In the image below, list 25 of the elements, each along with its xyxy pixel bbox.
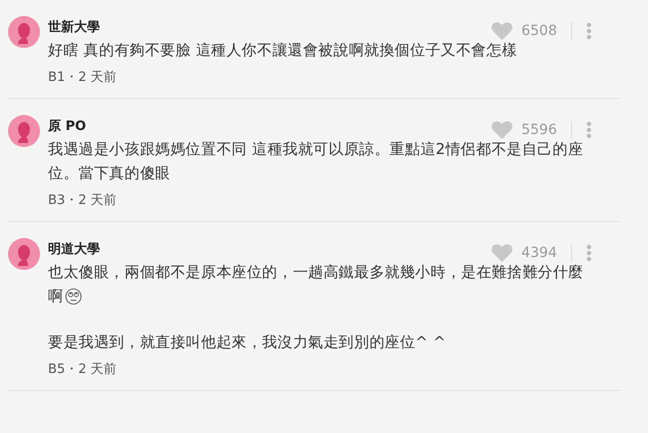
comment-text: 位。當下真的傻眼: [48, 164, 170, 182]
author-name[interactable]: 世新大學: [48, 18, 100, 36]
comment-text: 好瞎 真的有夠不要臉 這種人你不讓還會被說啊就換個位子又不會怎樣: [48, 40, 518, 60]
comment-text: 啊: [48, 286, 64, 306]
comment-text: 也太傻眼，兩個都不是原本座位的，一趟高鐵最多就幾小時，是在難捨難分什麼: [48, 262, 584, 282]
comment-text: 要是我遇到，就直接叫他起來，我沒力氣走到別的座位^ ^: [48, 332, 446, 352]
avatar[interactable]: [8, 16, 40, 48]
like-count: 4394: [521, 245, 557, 261]
heart-icon[interactable]: [491, 21, 514, 41]
more-icon[interactable]: [586, 22, 592, 40]
floor-and-time: B5・2 天前: [48, 361, 118, 378]
heart-icon[interactable]: [491, 120, 514, 140]
author-name[interactable]: 明道大學: [48, 240, 100, 258]
floor-and-time: B3・2 天前: [48, 192, 118, 209]
like-count: 5596: [521, 122, 557, 138]
like-count: 6508: [521, 23, 557, 39]
author-name[interactable]: 原 PO: [48, 117, 86, 135]
avatar[interactable]: [8, 238, 40, 270]
more-icon[interactable]: [586, 244, 592, 262]
more-icon[interactable]: [586, 121, 592, 139]
avatar[interactable]: [8, 115, 40, 147]
comment-text: 我遇過是小孩跟媽媽位置不同 這種我就可以原諒。重點這2情侶都不是自己的座: [48, 140, 584, 158]
eye-roll-emoji-icon: [65, 288, 82, 304]
floor-and-time: B1・2 天前: [48, 69, 118, 86]
heart-icon[interactable]: [491, 243, 514, 263]
